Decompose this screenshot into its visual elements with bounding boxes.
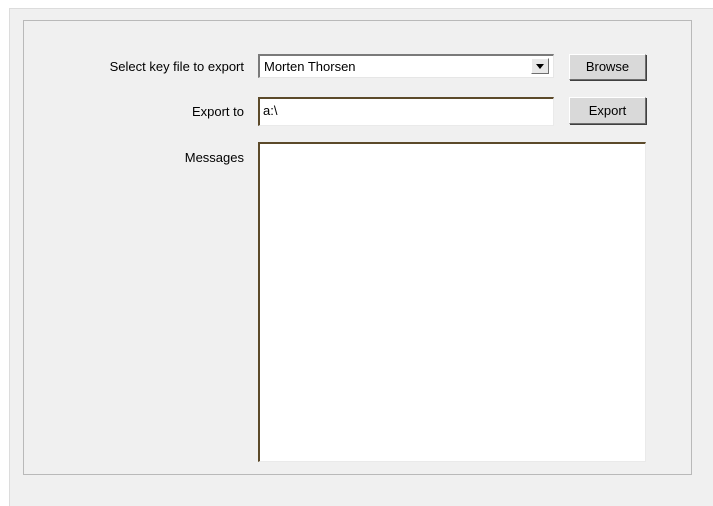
key-file-label: Select key file to export	[109, 59, 244, 74]
key-file-selected-value: Morten Thorsen	[264, 59, 356, 74]
chevron-down-icon	[536, 64, 544, 69]
export-button[interactable]: Export	[569, 97, 646, 124]
browse-button[interactable]: Browse	[569, 54, 646, 80]
dropdown-button[interactable]	[531, 58, 549, 74]
export-to-label: Export to	[191, 104, 244, 119]
messages-label: Messages	[184, 150, 244, 165]
messages-textarea[interactable]	[258, 142, 646, 462]
export-to-value: a:\	[263, 103, 278, 118]
key-file-select[interactable]: Morten Thorsen	[258, 54, 554, 78]
export-to-field[interactable]: a:\	[258, 97, 554, 126]
